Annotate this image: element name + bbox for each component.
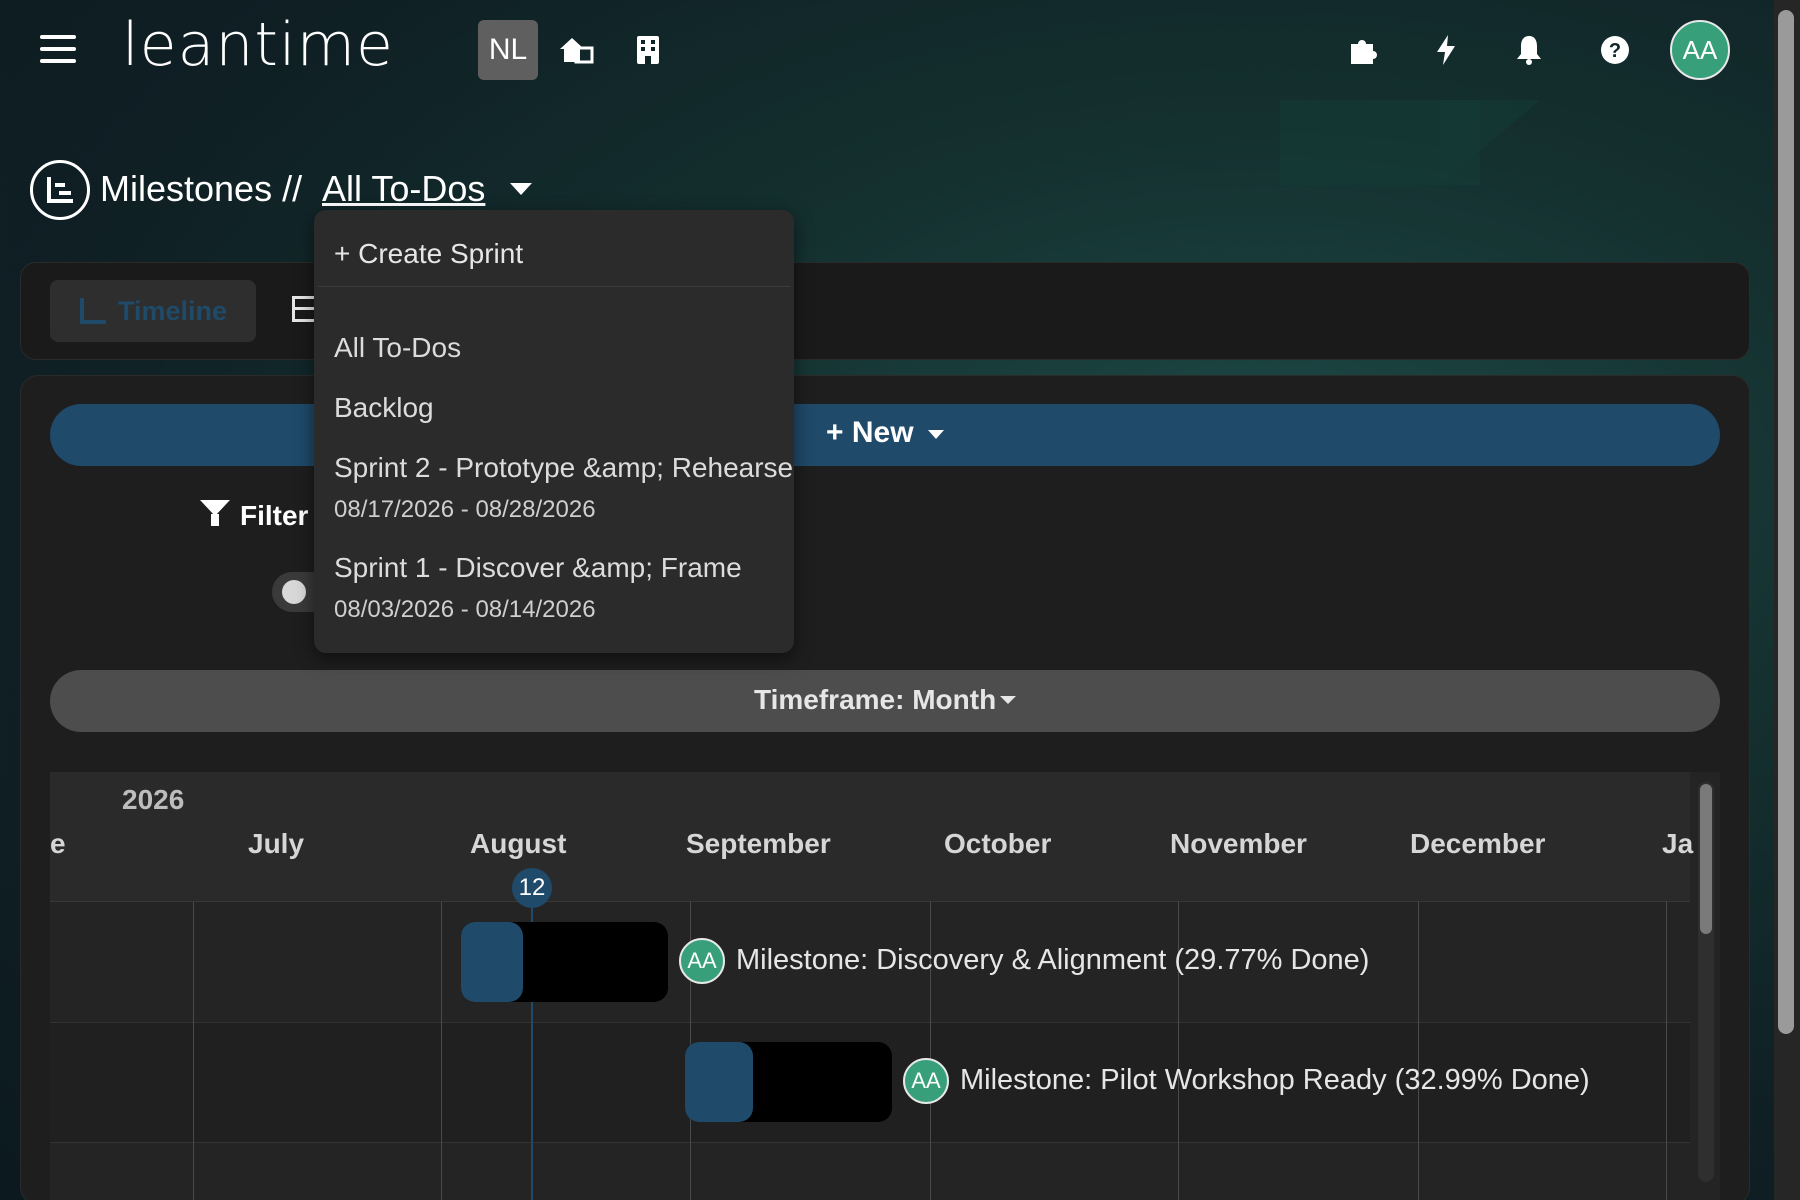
filter-icon (200, 500, 230, 526)
gantt-month: Ja (1662, 828, 1694, 859)
plus-icon: + (826, 416, 844, 449)
milestone-progress (685, 1042, 754, 1122)
plus-icon: + (334, 238, 351, 269)
gantt-month: August (470, 828, 567, 859)
assignee-avatar[interactable]: AA (903, 1058, 949, 1104)
new-button-label: + New (826, 416, 914, 450)
home-switch-icon[interactable] (556, 30, 596, 70)
milestone-bar[interactable] (461, 922, 668, 1002)
milestone-label[interactable]: Milestone: Pilot Workshop Ready (32.99% … (960, 1064, 1590, 1097)
menu-item-sprint-2-dates: 08/17/2026 - 08/28/2026 (334, 496, 596, 523)
bell-icon[interactable] (1509, 30, 1549, 70)
sprint-selector-link[interactable]: All To-Dos (322, 168, 485, 210)
bolt-icon[interactable] (1426, 30, 1466, 70)
background-shape (1440, 100, 1540, 185)
gantt-month: November (1170, 828, 1307, 859)
menu-item-all-todos[interactable]: All To-Dos (334, 332, 461, 364)
page-title: Milestones // (100, 168, 303, 209)
filter-button[interactable]: Filter (240, 500, 308, 532)
gridline (1418, 902, 1419, 1200)
gantt-scrollbar-thumb[interactable] (1700, 784, 1712, 934)
gantt-header: 2026 e July August September October Nov… (50, 772, 1694, 902)
gantt-chart: 2026 e July August September October Nov… (50, 772, 1720, 1200)
menu-item-sprint-2[interactable]: Sprint 2 - Prototype &amp; Rehearse (334, 452, 793, 484)
svg-text:?: ? (1609, 40, 1621, 62)
milestone-progress (461, 922, 523, 1002)
menu-icon[interactable] (40, 35, 76, 67)
create-sprint-item[interactable]: + Create Sprint (334, 238, 523, 270)
chevron-down-icon (928, 430, 944, 439)
menu-item-sprint-1-dates: 08/03/2026 - 08/14/2026 (334, 596, 596, 623)
building-icon[interactable] (628, 30, 668, 70)
project-switcher-button[interactable]: NL (478, 20, 538, 80)
tab-timeline-label: Timeline (118, 296, 228, 326)
puzzle-icon[interactable] (1343, 30, 1383, 70)
new-label-text: New (851, 416, 914, 449)
gantt-month: October (944, 828, 1052, 859)
gridline (441, 902, 442, 1200)
page-scrollbar-thumb[interactable] (1778, 10, 1794, 1034)
menu-divider (318, 286, 790, 287)
milestone-label[interactable]: Milestone: Discovery & Alignment (29.77%… (736, 944, 1369, 977)
app-logo[interactable]: leantime (122, 10, 394, 80)
menu-item-sprint-1[interactable]: Sprint 1 - Discover &amp; Frame (334, 552, 742, 584)
timeline-tab-icon (80, 298, 106, 324)
chevron-down-icon (1000, 696, 1016, 704)
gantt-year: 2026 (122, 784, 185, 815)
user-avatar[interactable]: AA (1670, 20, 1730, 80)
gantt-month: July (248, 828, 305, 859)
create-sprint-label: Create Sprint (358, 238, 524, 269)
gantt-month: September (686, 828, 831, 859)
menu-item-backlog[interactable]: Backlog (334, 392, 434, 424)
toggle-knob (282, 580, 306, 604)
help-icon[interactable]: ? (1595, 30, 1635, 70)
milestone-bar[interactable] (685, 1042, 892, 1122)
assignee-avatar[interactable]: AA (679, 938, 725, 984)
sprint-dropdown-menu (314, 210, 794, 653)
tab-timeline[interactable]: Timeline (50, 280, 256, 342)
top-navbar: leantime NL ? AA (0, 0, 1800, 100)
timeline-icon (30, 160, 90, 220)
gantt-month: December (1410, 828, 1546, 859)
view-tabs-panel (20, 262, 1750, 360)
gridline (1666, 902, 1667, 1200)
timeframe-label: Timeframe: Month (754, 684, 997, 715)
gantt-month: e (50, 828, 66, 859)
gridline (193, 902, 194, 1200)
today-marker: 12 (512, 868, 552, 908)
chevron-down-icon[interactable] (510, 183, 532, 195)
